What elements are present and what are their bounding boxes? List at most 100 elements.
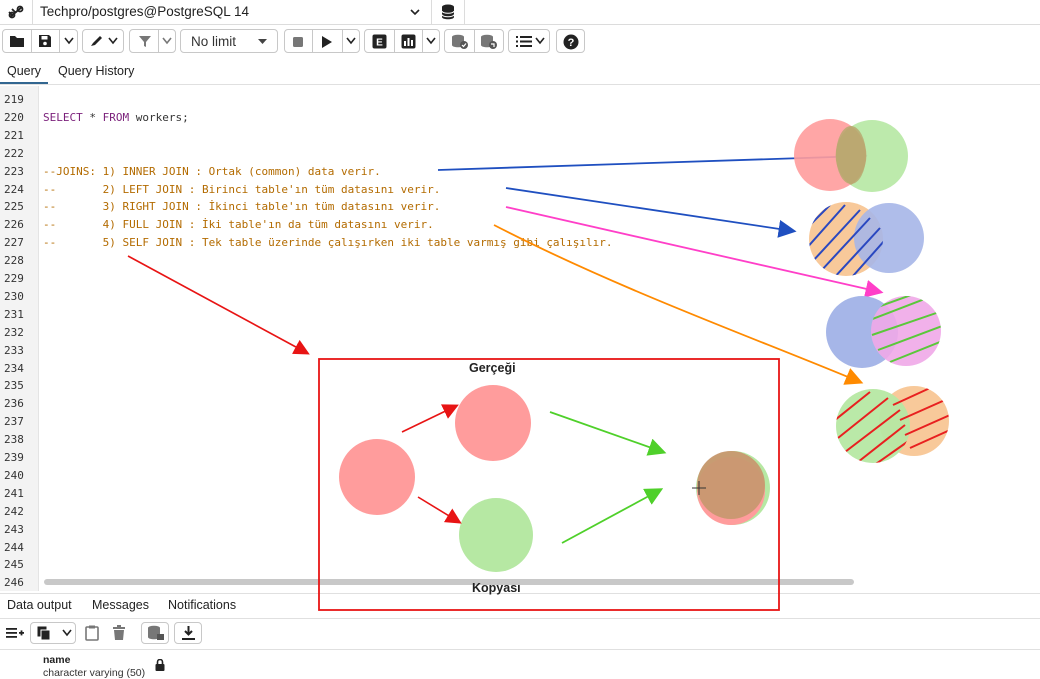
chevron-down-icon[interactable] xyxy=(162,37,172,45)
line-number: 246 xyxy=(4,576,24,590)
download-button[interactable] xyxy=(174,622,202,644)
clipboard-icon xyxy=(85,625,99,641)
svg-text:?: ? xyxy=(568,37,575,49)
line-number: 242 xyxy=(4,504,24,518)
tab-query-history[interactable]: Query History xyxy=(58,64,134,78)
tab-notifications[interactable]: Notifications xyxy=(168,598,236,612)
line-number: 223 xyxy=(4,164,24,178)
line-number: 240 xyxy=(4,468,24,482)
line-number: 241 xyxy=(4,486,24,500)
line-number: 221 xyxy=(4,128,24,142)
connection-select[interactable]: Techpro/postgres@PostgreSQL 14 xyxy=(33,0,432,24)
trash-icon xyxy=(113,625,125,640)
rollback-icon[interactable] xyxy=(480,34,498,49)
code-line[interactable]: -- 2) LEFT JOIN : Birinci table'ın tüm d… xyxy=(43,183,440,196)
chevron-down-icon xyxy=(108,37,118,45)
line-number: 231 xyxy=(4,307,24,321)
copy-button-group[interactable] xyxy=(30,622,76,644)
paste-button[interactable] xyxy=(80,622,104,644)
query-toolbar: No limit E ? xyxy=(0,28,1040,56)
tab-query[interactable]: Query xyxy=(7,64,41,78)
row-limit-select[interactable]: No limit xyxy=(180,29,278,53)
chevron-down-icon xyxy=(62,629,72,637)
line-number-gutter: 219 220 221 222 223 224 225 226 227 228 229 230 231 2… xyxy=(0,86,39,591)
copy-icon xyxy=(37,626,51,641)
tab-data-output[interactable]: Data output xyxy=(7,598,72,612)
output-toolbar xyxy=(0,619,1040,647)
folder-icon[interactable] xyxy=(9,34,25,48)
line-number: 229 xyxy=(4,272,24,285)
line-number: 235 xyxy=(4,379,24,393)
file-button-group xyxy=(2,29,78,53)
horizontal-scrollbar[interactable] xyxy=(44,579,854,585)
line-number: 227 xyxy=(4,236,24,250)
line-number: 219 xyxy=(4,93,24,106)
line-number: 228 xyxy=(4,254,24,268)
line-number: 238 xyxy=(4,433,24,447)
explain-button-group: E xyxy=(364,29,440,53)
chevron-down-icon[interactable] xyxy=(426,37,436,45)
line-number: 230 xyxy=(4,289,24,303)
sql-editor[interactable]: 219 220 221 222 223 224 225 226 227 228 229 230 231 2… xyxy=(0,86,1040,591)
play-icon[interactable] xyxy=(321,35,333,49)
line-number: 234 xyxy=(4,361,24,375)
line-number: 232 xyxy=(4,325,24,339)
stop-icon[interactable] xyxy=(292,36,304,48)
list-icon xyxy=(516,36,532,47)
explain-analyze-icon[interactable] xyxy=(401,34,416,49)
add-row-button[interactable] xyxy=(2,622,28,644)
chevron-down-icon xyxy=(535,37,545,45)
add-row-icon xyxy=(6,628,24,638)
line-number: 224 xyxy=(4,182,24,196)
row-limit-label: No limit xyxy=(191,34,237,49)
code-line[interactable]: SELECT * FROM workers; xyxy=(43,111,189,124)
save-icon[interactable] xyxy=(38,34,52,48)
connection-status-icon[interactable] xyxy=(0,0,33,24)
line-number: 243 xyxy=(4,522,24,536)
help-icon: ? xyxy=(563,34,579,50)
query-tabs: Query Query History xyxy=(0,58,1040,85)
line-number: 237 xyxy=(4,415,24,429)
active-tab-indicator xyxy=(0,82,48,84)
chevron-down-icon xyxy=(410,9,420,16)
pen-icon xyxy=(91,36,102,46)
chevron-down-icon[interactable] xyxy=(64,37,74,45)
column-name[interactable]: name xyxy=(43,654,70,666)
transaction-button-group xyxy=(444,29,504,53)
delete-button[interactable] xyxy=(107,622,133,644)
code-line[interactable]: -- 4) FULL JOIN : İki table'ın da tüm da… xyxy=(43,218,434,231)
database-icon[interactable] xyxy=(432,0,465,24)
column-type: character varying (50) xyxy=(43,667,146,679)
commit-icon[interactable] xyxy=(451,34,469,49)
execute-button-group xyxy=(284,29,360,53)
macros-button[interactable] xyxy=(508,29,550,53)
line-number: 245 xyxy=(4,558,24,572)
lock-icon xyxy=(155,659,165,671)
line-number: 233 xyxy=(4,343,24,357)
filter-icon[interactable] xyxy=(138,35,152,48)
line-number: 226 xyxy=(4,218,24,232)
code-line[interactable]: -- 5) SELF JOIN : Tek table üzerinde çal… xyxy=(43,236,613,249)
line-number: 222 xyxy=(4,146,24,160)
connection-title: Techpro/postgres@PostgreSQL 14 xyxy=(40,4,250,19)
code-line[interactable]: --JOINS: 1) INNER JOIN : Ortak (common) … xyxy=(43,165,381,178)
save-data-icon xyxy=(148,625,164,640)
save-data-button[interactable] xyxy=(141,622,169,644)
code-line[interactable]: -- 3) RIGHT JOIN : İkinci table'ın tüm d… xyxy=(43,200,440,213)
edit-button[interactable] xyxy=(82,29,124,53)
line-number: 236 xyxy=(4,397,24,411)
filter-button-group xyxy=(129,29,176,53)
output-tabs: Data output Messages Notifications xyxy=(0,593,1040,619)
chevron-down-icon[interactable] xyxy=(346,37,356,45)
explain-icon[interactable]: E xyxy=(372,34,387,49)
help-button[interactable]: ? xyxy=(556,29,585,53)
connection-bar: Techpro/postgres@PostgreSQL 14 xyxy=(0,0,1040,25)
line-number: 239 xyxy=(4,451,24,464)
caret-down-icon xyxy=(258,39,267,44)
result-grid-header: name character varying (50) xyxy=(0,649,1040,679)
download-icon xyxy=(182,626,195,640)
box-top-label: Gerçeği xyxy=(469,361,516,375)
box-bottom-label: Kopyası xyxy=(472,581,521,595)
tab-messages[interactable]: Messages xyxy=(92,598,149,612)
line-number: 220 xyxy=(4,110,24,124)
